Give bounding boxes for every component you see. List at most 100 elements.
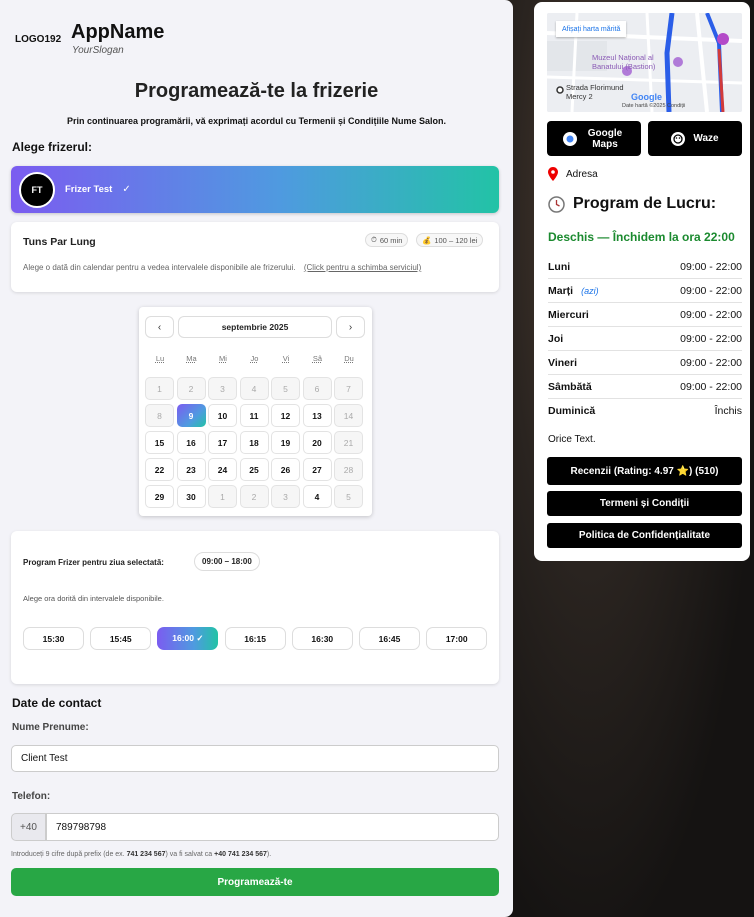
price-value: 100 – 120 lei xyxy=(434,235,478,245)
calendar-day[interactable]: 18 xyxy=(239,431,269,454)
day-name: Joi xyxy=(548,332,564,345)
day-hours: 09:00 - 22:00 xyxy=(680,308,742,321)
day-hours: Închis xyxy=(714,405,742,417)
day-name-wrap: Miercuri xyxy=(548,309,589,321)
name-label: Nume Prenume: xyxy=(12,722,89,733)
day-name: Luni xyxy=(548,260,571,273)
calendar-day[interactable]: 12 xyxy=(271,404,300,427)
day-name: Vineri xyxy=(548,356,577,369)
calendar-day: 3 xyxy=(208,377,237,400)
service-card: Tuns Par Lung ⏱ 60 min 💰 100 – 120 lei A… xyxy=(11,222,499,292)
next-month-button[interactable]: › xyxy=(336,316,365,338)
calendar-day[interactable]: 22 xyxy=(145,458,174,481)
day-name-wrap: Duminică xyxy=(548,405,595,417)
weekday-label: Mi xyxy=(219,354,227,363)
calendar-day[interactable]: 30 xyxy=(176,485,206,508)
calendar-day[interactable]: 19 xyxy=(271,431,300,454)
day-hours: 09:00 - 22:00 xyxy=(680,356,742,369)
day-hours: 09:00 - 22:00 xyxy=(680,332,742,345)
barber-card[interactable]: FT Frizer Test ✓ xyxy=(11,166,499,213)
waze-icon xyxy=(671,131,686,146)
calendar-day: 6 xyxy=(302,377,332,400)
phone-hint: Introduceți 9 cifre după prefix (de ex. … xyxy=(11,851,272,858)
submit-button[interactable]: Programează-te xyxy=(11,868,499,896)
schedule-row: Joi 09:00 - 22:00 xyxy=(548,327,742,351)
calendar-day: 14 xyxy=(334,404,363,427)
hours-card: Program Frizer pentru ziua selectată: 09… xyxy=(11,531,499,684)
day-name: Sâmbătă xyxy=(548,380,592,393)
calendar-day: 7 xyxy=(334,377,363,400)
waze-button[interactable]: Waze xyxy=(648,121,742,156)
calendar-day[interactable]: 27 xyxy=(302,458,332,481)
calendar-day: 5 xyxy=(334,485,363,508)
app-slogan: YourSlogan xyxy=(72,45,124,56)
calendar-day[interactable]: 16 xyxy=(176,431,206,454)
service-hint-text: Alege o dată din calendar pentru a vedea… xyxy=(23,263,296,272)
contact-section-title: Date de contact xyxy=(12,696,102,710)
calendar-day[interactable]: 13 xyxy=(302,404,332,427)
calendar-day[interactable]: 11 xyxy=(239,404,269,427)
time-slot[interactable]: 16:45 xyxy=(359,627,420,650)
time-slot[interactable]: 16:30 xyxy=(291,627,353,650)
weekday-label: Vi xyxy=(282,354,290,363)
clock-icon xyxy=(548,195,565,213)
calendar-day: 3 xyxy=(271,485,300,508)
day-hours: 09:00 - 22:00 xyxy=(680,284,742,297)
schedule-row: Vineri 09:00 - 22:00 xyxy=(548,351,742,375)
today-badge: (azi) xyxy=(581,285,599,296)
service-name: Tuns Par Lung xyxy=(23,236,96,248)
calendar-day[interactable]: 24 xyxy=(208,458,237,481)
day-hours: 09:00 - 22:00 xyxy=(680,260,742,273)
name-field[interactable]: Client Test xyxy=(11,745,499,772)
google-maps-button[interactable]: Google Maps xyxy=(547,121,641,156)
prev-month-button[interactable]: ‹ xyxy=(145,316,174,338)
map-footer: Date hartă ©2025 Condiții xyxy=(622,103,686,109)
weekday-label: Lu xyxy=(155,354,165,363)
day-name: Miercuri xyxy=(548,308,589,321)
calendar-day[interactable]: 4 xyxy=(302,485,332,508)
map[interactable]: Afișați harta mărită Muzeul Național al … xyxy=(547,13,742,112)
calendar-day[interactable]: 29 xyxy=(145,485,174,508)
calendar-day[interactable]: 10 xyxy=(208,404,237,427)
schedule-row: Sâmbătă 09:00 - 22:00 xyxy=(548,375,742,399)
reviews-button[interactable]: Recenzii (Rating: 4.97 ⭐) (510) xyxy=(547,457,742,485)
consent-text: Prin continuarea programării, vă exprima… xyxy=(67,116,446,126)
weekday-label: Du xyxy=(344,354,354,363)
logo: LOGO192 xyxy=(15,34,62,45)
hours-hint: Alege ora dorită din intervalele disponi… xyxy=(23,594,164,603)
calendar-day[interactable]: 25 xyxy=(239,458,269,481)
time-slot[interactable]: 17:00 xyxy=(426,627,488,650)
price-badge: 💰 100 – 120 lei xyxy=(416,233,484,247)
open-larger-map-link[interactable]: Afișați harta mărită xyxy=(556,21,627,37)
schedule-row: Duminică Închis xyxy=(548,399,742,423)
barber-name: Frizer Test xyxy=(65,184,113,195)
booking-panel: LOGO192 AppName YourSlogan Programează-t… xyxy=(0,0,513,917)
address-text: Adresa xyxy=(566,168,598,180)
calendar-day[interactable]: 26 xyxy=(271,458,300,481)
time-slot[interactable]: 15:45 xyxy=(90,627,152,650)
calendar-day: 8 xyxy=(145,404,174,427)
privacy-button[interactable]: Politica de Confidențialitate xyxy=(547,523,742,548)
calendar-day: 28 xyxy=(334,458,363,481)
time-slot[interactable]: 15:30 xyxy=(23,627,84,650)
location-pin-icon xyxy=(548,167,558,181)
calendar-day[interactable]: 20 xyxy=(302,431,332,454)
time-slot-selected[interactable]: 16:00 ✓ xyxy=(157,627,219,650)
phone-field[interactable]: 789798798 xyxy=(46,813,499,841)
calendar-day: 2 xyxy=(239,485,269,508)
change-service-link[interactable]: (Click pentru a schimba serviciul) xyxy=(304,263,421,272)
calendar-day-selected[interactable]: 9 xyxy=(176,404,206,427)
address-row: Adresa xyxy=(548,167,598,181)
hours-label: Program Frizer pentru ziua selectată: xyxy=(23,558,164,567)
calendar-day[interactable]: 15 xyxy=(145,431,174,454)
calendar-day[interactable]: 23 xyxy=(176,458,206,481)
time-slot[interactable]: 16:15 xyxy=(224,627,286,650)
calendar-month: septembrie 2025 xyxy=(178,316,332,338)
calendar: ‹ septembrie 2025 › Lu Ma Mi Jo Vi Sâ Du 12345… xyxy=(139,307,372,516)
calendar-day[interactable]: 17 xyxy=(208,431,237,454)
hours-range-badge: 09:00 – 18:00 xyxy=(194,552,260,571)
duration-value: 60 min xyxy=(379,235,403,245)
day-hours: 09:00 - 22:00 xyxy=(680,380,742,393)
service-hint: Alege o dată din calendar pentru a vedea… xyxy=(23,263,421,272)
terms-button[interactable]: Termeni și Condiții xyxy=(547,491,742,516)
